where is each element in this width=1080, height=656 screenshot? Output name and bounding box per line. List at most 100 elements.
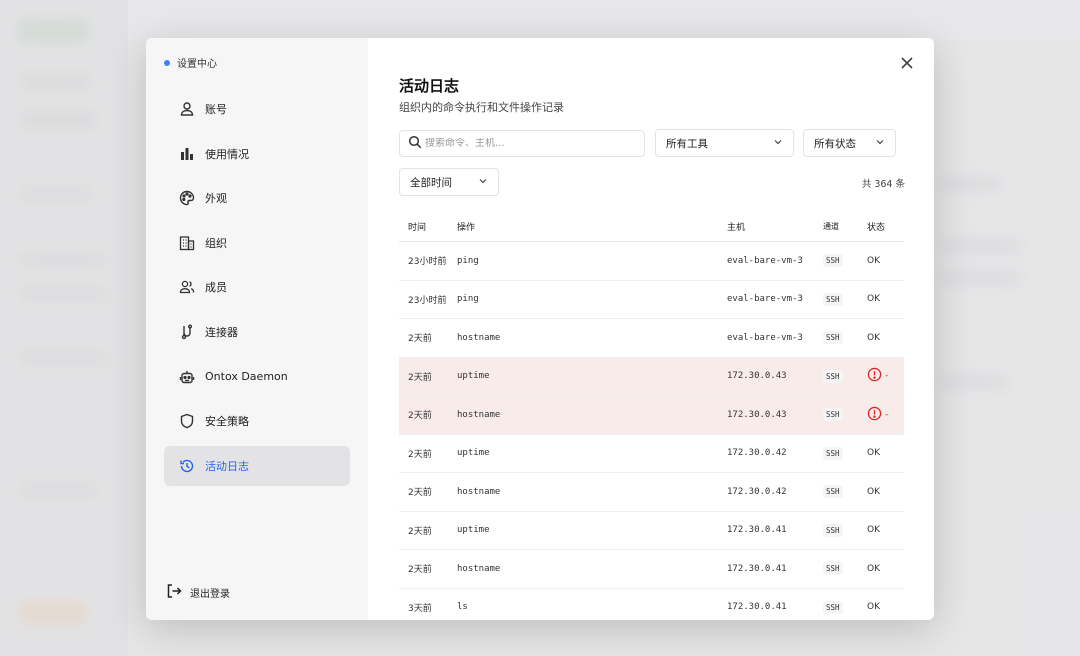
- table-row[interactable]: 2天前 hostname 172.30.0.43 SSH -: [399, 396, 904, 435]
- cell-status: OK: [867, 333, 904, 343]
- cell-operation: hostname: [457, 486, 501, 497]
- cell-time: 23小时前: [408, 257, 447, 268]
- nav-label: 外观: [205, 192, 227, 206]
- search-box[interactable]: [399, 130, 645, 157]
- nav-label: 账号: [205, 103, 227, 116]
- logout-icon: [166, 583, 190, 602]
- cell-time: 2天前: [408, 526, 432, 537]
- cell-channel: SSH: [823, 369, 867, 383]
- table-row[interactable]: 2天前 uptime 172.30.0.41 SSH OK: [399, 512, 904, 550]
- status-dot: [164, 59, 170, 66]
- status-text: OK: [867, 525, 880, 536]
- cell-channel: SSH: [823, 446, 867, 460]
- cell-operation: ping: [457, 255, 479, 266]
- table-row[interactable]: 2天前 hostname 172.30.0.42 SSH OK: [399, 473, 904, 512]
- nav-item-activity-log[interactable]: 活动日志: [164, 445, 350, 486]
- settings-sidebar: 设置中心 账号 使用情况 外观 组织 成员 连接器 Ontox Daemon 安…: [146, 38, 368, 620]
- chevron-down-icon: [875, 137, 885, 150]
- nav-label: 活动日志: [205, 459, 249, 473]
- nav-label: 连接器: [205, 325, 238, 339]
- status-text: OK: [867, 448, 880, 459]
- status-text: OK: [867, 255, 880, 266]
- nav-item-usage[interactable]: 使用情况: [164, 134, 350, 174]
- settings-title-text: 设置中心: [177, 59, 217, 70]
- cell-host: 172.30.0.41: [727, 563, 787, 574]
- logout-button[interactable]: 退出登录: [166, 583, 230, 602]
- status-filter-select[interactable]: 所有状态: [803, 129, 896, 157]
- cell-channel: SSH: [823, 562, 867, 576]
- nav-label: 使用情况: [205, 147, 249, 161]
- cell-status: OK: [867, 256, 904, 266]
- tool-filter-select[interactable]: 所有工具: [655, 129, 794, 157]
- cell-status: OK: [867, 294, 904, 304]
- nav-item-security[interactable]: 安全策略: [164, 401, 350, 441]
- cell-host: 172.30.0.42: [727, 486, 787, 497]
- search-input[interactable]: [425, 138, 625, 149]
- channel-badge: SSH: [823, 331, 843, 345]
- table-header: 时间 操作 主机 通道 状态: [399, 212, 904, 242]
- settings-nav: 账号 使用情况 外观 组织 成员 连接器 Ontox Daemon 安全策略 活…: [164, 89, 350, 490]
- cell-status: OK: [867, 487, 904, 497]
- status-text: OK: [867, 486, 880, 497]
- cell-status: OK: [867, 525, 904, 535]
- cell-status: OK: [867, 602, 904, 612]
- nav-item-account[interactable]: 账号: [164, 89, 350, 129]
- table-row[interactable]: 2天前 uptime 172.30.0.43 SSH -: [399, 357, 904, 396]
- table-row[interactable]: 2天前 hostname eval-bare-vm-3 SSH OK: [399, 319, 904, 358]
- settings-modal: 设置中心 账号 使用情况 外观 组织 成员 连接器 Ontox Daemon 安…: [146, 38, 934, 620]
- bar-chart-icon: [178, 145, 196, 163]
- cell-host: 172.30.0.41: [727, 525, 787, 536]
- header-status[interactable]: 状态: [867, 220, 904, 233]
- nav-label: 组织: [205, 236, 227, 250]
- user-icon: [178, 100, 196, 118]
- close-icon[interactable]: [898, 54, 916, 72]
- shield-icon: [178, 412, 196, 430]
- settings-title: 设置中心: [164, 55, 217, 70]
- users-icon: [178, 278, 196, 296]
- channel-badge: SSH: [823, 446, 843, 460]
- time-filter-select[interactable]: 全部时间: [399, 168, 499, 196]
- nav-label: Ontox Daemon: [205, 370, 288, 384]
- nav-item-daemon[interactable]: Ontox Daemon: [164, 357, 350, 397]
- status-text: OK: [867, 602, 880, 613]
- cell-channel: SSH: [823, 600, 867, 614]
- cell-status: OK: [867, 448, 904, 458]
- cell-host: eval-bare-vm-3: [727, 255, 803, 266]
- nav-item-organization[interactable]: 组织: [164, 223, 350, 263]
- channel-badge: SSH: [823, 254, 843, 268]
- cell-time: 2天前: [408, 488, 432, 499]
- nav-item-appearance[interactable]: 外观: [164, 178, 350, 218]
- cell-operation: uptime: [457, 371, 490, 382]
- table-row[interactable]: 23小时前 ping eval-bare-vm-3 SSH OK: [399, 281, 904, 319]
- cell-operation: uptime: [457, 448, 490, 459]
- error-icon: [867, 367, 882, 385]
- status-text: OK: [867, 563, 880, 574]
- header-host[interactable]: 主机: [727, 220, 823, 233]
- tool-filter-value: 所有工具: [666, 137, 708, 150]
- status-text: -: [885, 409, 889, 420]
- nav-item-members[interactable]: 成员: [164, 267, 350, 307]
- table-row[interactable]: 23小时前 ping eval-bare-vm-3 SSH OK: [399, 242, 904, 281]
- chevron-down-icon: [773, 137, 783, 150]
- nav-item-connectors[interactable]: 连接器: [164, 312, 350, 352]
- palette-icon: [178, 189, 196, 207]
- cell-host: 172.30.0.43: [727, 409, 787, 420]
- status-text: OK: [867, 294, 880, 305]
- table-row[interactable]: 2天前 uptime 172.30.0.42 SSH OK: [399, 435, 904, 473]
- header-time[interactable]: 时间: [399, 220, 457, 233]
- header-channel[interactable]: 通道: [823, 221, 867, 232]
- table-row[interactable]: 2天前 hostname 172.30.0.41 SSH OK: [399, 550, 904, 589]
- channel-badge: SSH: [823, 485, 843, 499]
- history-icon: [178, 457, 196, 475]
- cell-operation: hostname: [457, 409, 501, 420]
- record-count: 共 364 条: [861, 179, 905, 190]
- table-row[interactable]: 3天前 ls 172.30.0.41 SSH OK: [399, 589, 904, 621]
- status-text: OK: [867, 332, 880, 343]
- cell-channel: SSH: [823, 292, 867, 306]
- robot-icon: [178, 368, 196, 386]
- cell-host: 172.30.0.42: [727, 448, 787, 459]
- building-icon: [178, 234, 196, 252]
- search-icon: [408, 134, 425, 153]
- cell-channel: SSH: [823, 408, 867, 422]
- header-operation[interactable]: 操作: [457, 220, 727, 233]
